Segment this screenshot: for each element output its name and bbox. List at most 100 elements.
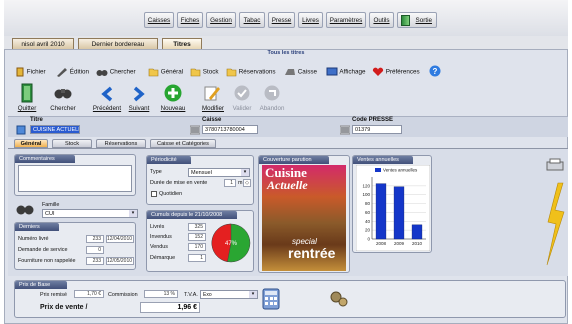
commission-input[interactable]: 13 % — [144, 290, 178, 298]
commentaires-textarea[interactable] — [18, 165, 132, 192]
menu-outils[interactable]: Outils — [369, 12, 394, 28]
menu-presse[interactable]: Presse — [268, 12, 295, 28]
binoculars-icon[interactable] — [54, 86, 72, 100]
vendus-value: 170 — [188, 243, 206, 251]
duree-stepper[interactable]: ◇ — [243, 179, 251, 187]
menu-parametres[interactable]: Paramètres — [326, 12, 366, 28]
numero-livre-label: Numéro livré — [18, 236, 49, 242]
chevron-left-icon[interactable] — [100, 86, 114, 102]
toolbar-stock-label: Stock — [202, 68, 219, 76]
legend-swatch — [375, 168, 381, 172]
display-icon — [326, 67, 338, 76]
titre-label: Titre — [30, 117, 43, 123]
lightning-bolt-icon — [546, 182, 565, 266]
book-icon — [16, 67, 24, 77]
gears-icon[interactable] — [330, 290, 348, 308]
tab-caisse-categories[interactable]: Caisse et Catégories — [150, 139, 216, 148]
x-tick-label: 2008 — [376, 241, 387, 246]
y-tick-label: 40 — [365, 219, 371, 224]
menu-sortie[interactable]: Sortie — [397, 12, 437, 28]
add-plus-icon[interactable] — [164, 84, 182, 102]
new-button[interactable]: Nouveau — [158, 105, 188, 112]
tab-titres[interactable]: Titres — [162, 38, 202, 49]
tva-value: Exo — [203, 292, 212, 298]
toolbar-caisse[interactable]: Caisse — [284, 67, 317, 77]
invendus-value: 152 — [188, 233, 206, 241]
validate-button[interactable]: Valider — [228, 105, 256, 112]
calculator-icon[interactable] — [262, 288, 280, 310]
toolbar-general[interactable]: Général — [148, 67, 183, 77]
menu-fiches[interactable]: Fiches — [177, 12, 203, 28]
tab-general[interactable]: Général — [14, 139, 48, 148]
previous-button[interactable]: Précédent — [90, 105, 124, 112]
validate-check-icon[interactable] — [234, 85, 250, 101]
abandon-undo-icon[interactable] — [264, 85, 280, 101]
duree-value[interactable]: 1 — [224, 179, 236, 187]
quit-door-icon[interactable] — [20, 83, 34, 103]
pie-percent-label: 47% — [225, 241, 238, 247]
tva-select[interactable]: Exo ▾ — [200, 290, 258, 299]
bar-2009 — [393, 186, 405, 240]
prix-remise-input[interactable]: 1,70 € — [74, 290, 104, 298]
quit-button[interactable]: Quitter — [14, 105, 40, 112]
edit-pencil-icon[interactable] — [204, 84, 220, 102]
menu-sortie-label: Sortie — [415, 17, 432, 24]
cover-title-line2: Actuelle — [267, 178, 308, 192]
numero-livre-date: 12/04/2010 — [106, 235, 134, 243]
folder-icon — [190, 68, 201, 77]
duree-label: Durée de mise en vente — [150, 180, 208, 186]
cover-footer-line2: rentrée — [288, 245, 336, 261]
menu-caisses[interactable]: Caisses — [144, 12, 174, 28]
toolbar-chercher[interactable]: Chercher — [96, 67, 136, 77]
periodicite-title: Périodicité — [147, 156, 191, 164]
pencil-icon — [57, 68, 67, 77]
modify-button[interactable]: Modifier — [198, 105, 228, 112]
titre-input[interactable]: CUISINE ACTUELLE — [30, 125, 80, 134]
ventes-title: Ventes annuelles — [353, 156, 413, 164]
invendus-label: Invendus — [150, 234, 172, 240]
help-icon[interactable]: ? — [429, 65, 441, 77]
type-select[interactable]: Mensuel ▾ — [188, 168, 250, 177]
next-button[interactable]: Suivant — [124, 105, 154, 112]
numero-livre-value: 233 — [86, 235, 104, 243]
fourniture-value: 233 — [86, 257, 104, 265]
magazine-cover-image: Cuisine Actuelle special rentrée — [262, 165, 346, 271]
toolbar-caisse-label: Caisse — [297, 68, 317, 76]
toolbar-preferences[interactable]: Préférences — [372, 67, 420, 77]
menu-tabac[interactable]: Tabac — [239, 12, 265, 28]
toolbar-edition[interactable]: Édition — [56, 67, 89, 77]
cash-register-icon — [285, 69, 295, 75]
printer-icon[interactable] — [546, 158, 564, 172]
bar-2010 — [411, 224, 423, 240]
y-tick-label: 20 — [365, 228, 371, 233]
tab-reservations[interactable]: Réservations — [96, 139, 146, 148]
search-button[interactable]: Chercher — [48, 105, 78, 112]
menu-livres[interactable]: Livres — [298, 12, 323, 28]
legend-label: Ventes annuelles — [383, 168, 418, 173]
fields-row — [8, 116, 568, 137]
toolbar-edition-label: Édition — [69, 68, 90, 76]
famille-value: CUI — [45, 211, 55, 217]
y-tick-label: 60 — [365, 210, 371, 215]
chevron-down-icon: ▾ — [249, 291, 257, 298]
caisse-input[interactable]: 3780713780004 — [202, 125, 258, 134]
binoculars-icon[interactable] — [16, 203, 34, 215]
toolbar-fichier[interactable]: Fichier — [16, 67, 46, 77]
y-tick-label: 80 — [365, 201, 371, 206]
menu-gestion[interactable]: Gestion — [206, 12, 236, 28]
famille-select[interactable]: CUI ▾ — [42, 209, 138, 218]
tab-dernier-bordereau[interactable]: Dernier bordereau — [78, 38, 158, 49]
chevron-right-icon[interactable] — [132, 86, 146, 102]
abandon-button[interactable]: Abandon — [256, 105, 288, 112]
tab-stock[interactable]: Stock — [52, 139, 92, 148]
barcode-icon — [190, 125, 200, 135]
duree-unit: m — [238, 180, 243, 186]
bar-2008 — [375, 183, 387, 240]
tab-nisol-avril[interactable]: nisol avril 2010 — [12, 38, 74, 49]
toolbar-stock[interactable]: Stock — [190, 67, 219, 77]
toolbar-chercher-label: Chercher — [109, 68, 136, 76]
code-presse-input[interactable]: 01379 — [352, 125, 402, 134]
toolbar-affichage[interactable]: Affichage — [326, 67, 366, 77]
quotidien-checkbox[interactable] — [151, 191, 157, 197]
toolbar-reservations[interactable]: Réservations — [226, 67, 276, 77]
